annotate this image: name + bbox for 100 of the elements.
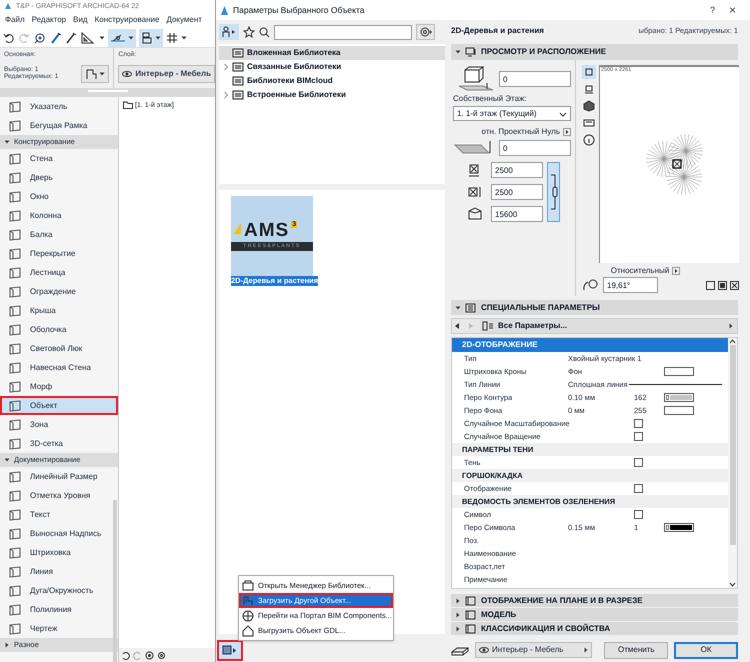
table-header[interactable]: 2D-ОТОБРАЖЕНИЕ (452, 338, 728, 352)
menu-item[interactable]: Документ (166, 16, 202, 24)
close-button[interactable]: × (724, 4, 740, 16)
story-dropdown[interactable]: 1. 1-й этаж (Текущий) (453, 106, 571, 121)
menu-item[interactable]: Редактор (32, 16, 66, 24)
zoom-icon[interactable] (145, 650, 154, 660)
grid-icon[interactable] (166, 32, 178, 44)
width-field[interactable]: 2500 (491, 162, 543, 178)
arrow-menu-icon[interactable] (672, 267, 680, 275)
section-header[interactable]: ОТОБРАЖЕНИЕ НА ПЛАНЕ И В РАЗРЕЗЕ (451, 594, 738, 607)
library-tree-item[interactable]: Вложенная Библиотека (219, 46, 445, 60)
library-tree-item[interactable]: Библиотеки BIMcloud (219, 74, 445, 88)
section-header[interactable]: КЛАССИФИКАЦИЯ И СВОЙСТВА (451, 622, 738, 635)
tool-item[interactable]: Выносная Надпись (0, 524, 118, 543)
tool-item[interactable]: Морф (0, 377, 118, 396)
tool-item[interactable]: Текст (0, 505, 118, 524)
square-icon[interactable] (706, 280, 715, 290)
view-tab[interactable] (582, 133, 596, 147)
menu-item[interactable]: Конструирование (94, 16, 160, 24)
star-icon[interactable] (243, 26, 255, 38)
tool-item[interactable]: Стена (0, 149, 118, 168)
target-icon[interactable] (33, 30, 47, 44)
angle-field[interactable]: 19,61° (603, 277, 658, 293)
link-button[interactable] (547, 162, 560, 222)
checkbox[interactable] (634, 419, 643, 428)
tool-item[interactable]: 3D-сетка (0, 434, 118, 453)
library-tree-item[interactable]: Связанные Библиотеки (219, 60, 445, 74)
splitter-handle[interactable] (88, 90, 128, 92)
scroll-up-icon[interactable] (729, 338, 736, 344)
tool-item[interactable]: Перекрытие (0, 244, 118, 263)
fill-swatch[interactable] (664, 406, 694, 415)
section-header[interactable]: ПРОСМОТР И РАСПОЛОЖЕНИЕ (451, 44, 738, 60)
tool-item[interactable]: Объект (0, 396, 118, 415)
chevron-icon[interactable] (223, 91, 229, 99)
tool-item[interactable]: Световой Люк (0, 339, 118, 358)
filled-square-icon[interactable] (718, 280, 727, 290)
chevron-icon[interactable] (223, 63, 229, 71)
view-tab[interactable] (582, 65, 596, 79)
height-field[interactable]: 15600 (491, 206, 543, 222)
caret-icon[interactable] (181, 34, 187, 40)
tool-item[interactable]: Бегущая Рамка (0, 116, 118, 135)
triangle-ruler-icon[interactable] (80, 30, 96, 44)
section-header[interactable]: СПЕЦИАЛЬНЫЕ ПАРАМЕТРЫ (451, 300, 738, 315)
tool-item[interactable]: Линия (0, 562, 118, 581)
caret-icon[interactable] (99, 34, 105, 40)
object-type-button[interactable] (219, 24, 239, 40)
cancel-button[interactable]: Отменить (604, 642, 668, 658)
tool-item[interactable]: Отметка Уровня (0, 486, 118, 505)
menu-item[interactable]: Вид (73, 16, 88, 24)
tool-item[interactable]: Лестница (0, 263, 118, 282)
tool-item[interactable]: Штриховка (0, 543, 118, 562)
tool-item[interactable]: Навесная Стена (0, 358, 118, 377)
pen-swatch[interactable] (664, 523, 694, 532)
tool-item[interactable]: Балка (0, 225, 118, 244)
tool-item[interactable]: Колонна (0, 206, 118, 225)
depth-icon (467, 185, 483, 199)
layer-stack-button[interactable] (139, 28, 163, 46)
tool-item[interactable]: Указатель (0, 97, 118, 116)
layer-dropdown[interactable]: Интерьер - Мебель (475, 642, 592, 658)
scrollbar[interactable] (113, 500, 117, 662)
checkbox[interactable] (634, 458, 643, 467)
guide-line-button[interactable] (108, 28, 136, 46)
settings-button[interactable] (416, 24, 435, 40)
tool-item[interactable]: Ограждение (0, 282, 118, 301)
reference-field[interactable]: 0 (499, 140, 571, 156)
parameter-filter-dropdown[interactable]: Все Параметры... (480, 319, 737, 333)
search-field[interactable] (274, 24, 412, 40)
depth-field[interactable]: 2500 (491, 184, 543, 200)
tool-item[interactable]: Линейный Размер (0, 467, 118, 486)
gear-icon[interactable] (157, 650, 166, 660)
menu-item[interactable]: Файл (5, 16, 25, 24)
section-header[interactable]: МОДЕЛЬ (451, 608, 738, 621)
tool-item[interactable]: Чертеж (0, 619, 118, 638)
tool-item[interactable]: Зона (0, 415, 118, 434)
object-tool-button[interactable] (81, 64, 110, 82)
tool-item[interactable]: Дуга/Окружность (0, 581, 118, 600)
undo-icon[interactable] (121, 650, 130, 660)
tool-item[interactable]: Дверь (0, 168, 118, 187)
scroll-down-icon[interactable] (729, 582, 736, 588)
library-menu-button[interactable] (219, 642, 241, 659)
elevation-field[interactable]: 0 (499, 71, 571, 87)
view-tab[interactable] (582, 99, 596, 113)
help-button[interactable]: ? (704, 6, 721, 14)
library-tree-item[interactable]: Встроенные Библиотеки (219, 88, 445, 102)
tool-item[interactable]: Оболочка (0, 320, 118, 339)
arrow-menu-icon[interactable] (563, 128, 571, 136)
checkbox[interactable] (634, 432, 643, 441)
layer-dropdown[interactable]: Интерьер - Мебель (118, 64, 215, 82)
scrollbar-thumb[interactable] (730, 345, 736, 545)
pen-swatch[interactable] (664, 393, 694, 402)
tool-item[interactable]: Окно (0, 187, 118, 206)
search-icon[interactable] (259, 26, 270, 38)
checkbox[interactable] (634, 510, 643, 519)
checkbox[interactable] (634, 484, 643, 493)
tool-item[interactable]: Полилиния (0, 600, 118, 619)
undo-icon[interactable] (3, 32, 15, 44)
cross-square-icon[interactable] (730, 280, 739, 290)
tool-item[interactable]: Крыша (0, 301, 118, 320)
ok-button[interactable]: ОК (674, 642, 738, 658)
fill-swatch[interactable] (664, 367, 694, 376)
